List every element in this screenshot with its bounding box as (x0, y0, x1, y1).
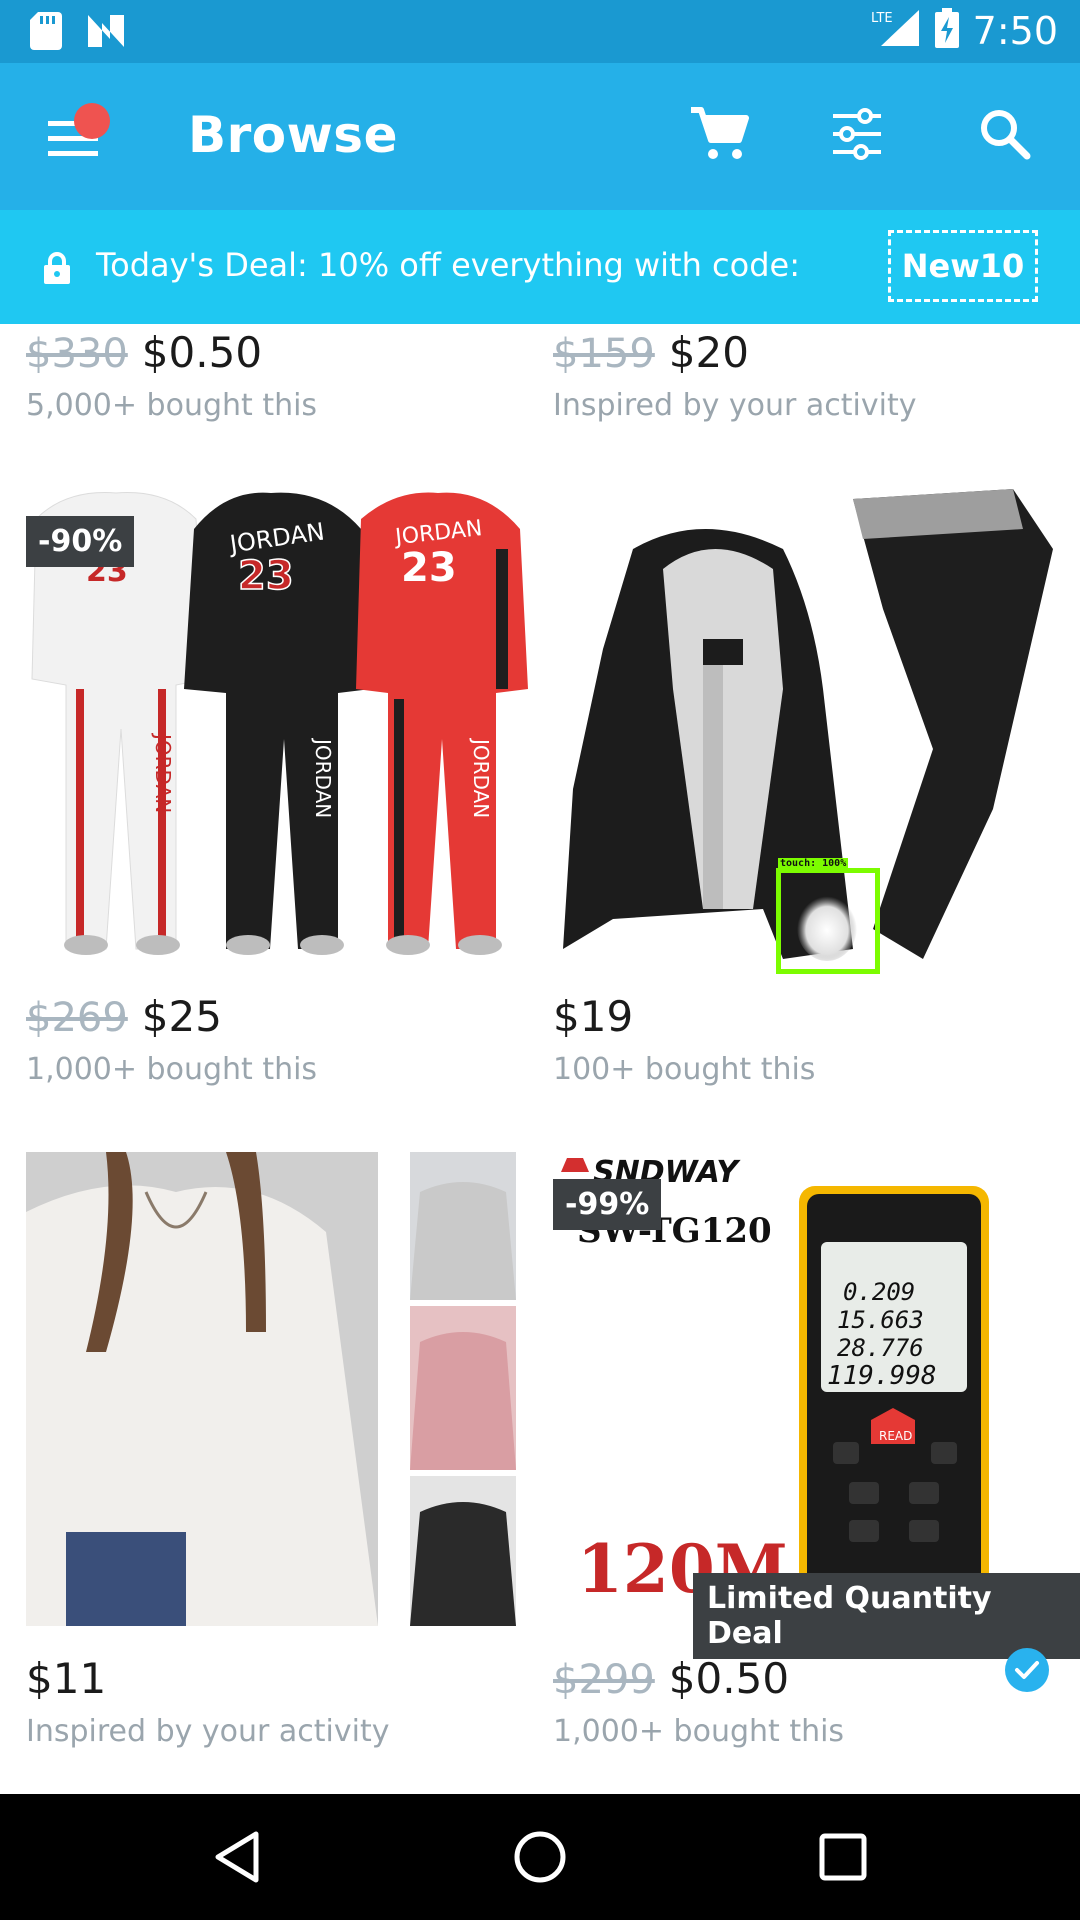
reading-1: 0.209 (843, 1278, 915, 1306)
promo-code[interactable]: New10 (888, 230, 1038, 302)
verified-check-icon (1005, 1648, 1049, 1692)
home-circle-icon (514, 1831, 566, 1883)
menu-button[interactable] (40, 103, 116, 173)
sweater-image (26, 1152, 516, 1626)
price: $25 (141, 992, 222, 1041)
svg-text:JORDAN: JORDAN (151, 732, 175, 813)
n-notification-icon (86, 13, 126, 54)
product-image[interactable] (26, 1152, 528, 1626)
reading-2: 15.663 (837, 1306, 924, 1334)
clock: 7:50 (972, 8, 1058, 53)
social-proof-text: Inspired by your activity (26, 1714, 390, 1749)
price-row: $11 (26, 1654, 106, 1703)
old-price: $269 (26, 995, 128, 1041)
price-row: $269 $25 (26, 992, 222, 1041)
sd-card-icon (30, 12, 62, 55)
price-row: $159 $20 (553, 328, 749, 377)
lte-label: LTE (871, 11, 893, 26)
home-button[interactable] (505, 1822, 575, 1892)
read-button-text: READ (879, 1429, 912, 1443)
price: $0.50 (668, 1654, 790, 1703)
price: $20 (668, 328, 749, 377)
social-proof-text: 100+ bought this (553, 1052, 816, 1087)
svg-text:JORDAN: JORDAN (469, 737, 493, 818)
app-bar: Browse (0, 63, 1080, 210)
filter-sliders-icon (833, 108, 881, 160)
image-number-text: 23 (238, 553, 294, 599)
limited-deal-badge: Limited Quantity Deal (693, 1573, 1080, 1659)
price-row: $330 $0.50 (26, 328, 262, 377)
search-button[interactable] (972, 101, 1038, 167)
social-proof-text: 1,000+ bought this (26, 1052, 318, 1087)
old-price: $299 (553, 1657, 655, 1703)
svg-text:23: 23 (401, 545, 457, 591)
deal-text: Today's Deal: 10% off everything with co… (96, 246, 800, 284)
recents-button[interactable] (808, 1822, 878, 1892)
fingertip-icon (797, 893, 857, 961)
old-price: $330 (26, 331, 128, 377)
svg-text:JORDAN: JORDAN (311, 737, 335, 818)
reading-3: 28.776 (837, 1334, 924, 1362)
lte-signal-icon: LTE (871, 8, 921, 53)
back-triangle-icon (215, 1831, 259, 1883)
social-proof-text: Inspired by your activity (553, 388, 917, 423)
reading-4: 119.998 (827, 1361, 937, 1391)
recents-square-icon (819, 1833, 867, 1881)
lock-icon (44, 252, 70, 289)
system-nav-bar (0, 1794, 1080, 1920)
discount-badge: -90% (26, 516, 135, 567)
price: $0.50 (141, 328, 263, 377)
search-icon (981, 110, 1031, 160)
old-price: $159 (553, 331, 655, 377)
battery-charging-icon (934, 8, 959, 53)
page-title: Browse (188, 106, 398, 164)
social-proof-text: 5,000+ bought this (26, 388, 318, 423)
price: $11 (26, 1654, 107, 1703)
cart-icon (691, 107, 749, 159)
cart-button[interactable] (686, 101, 752, 167)
social-proof-text: 1,000+ bought this (553, 1714, 845, 1749)
status-bar: LTE 7:50 (0, 0, 1080, 63)
back-button[interactable] (202, 1822, 272, 1892)
filter-button[interactable] (824, 101, 890, 167)
price-row: $299 $0.50 (553, 1654, 789, 1703)
deal-banner[interactable]: Today's Deal: 10% off everything with co… (0, 210, 1080, 324)
touch-indicator (776, 868, 880, 974)
product-feed[interactable]: $330 $0.50 5,000+ bought this $159 $20 I… (0, 324, 1080, 1794)
price: $19 (553, 992, 634, 1041)
price-row: $19 (553, 992, 633, 1041)
discount-badge: -99% (553, 1179, 662, 1230)
notification-dot (74, 103, 110, 139)
